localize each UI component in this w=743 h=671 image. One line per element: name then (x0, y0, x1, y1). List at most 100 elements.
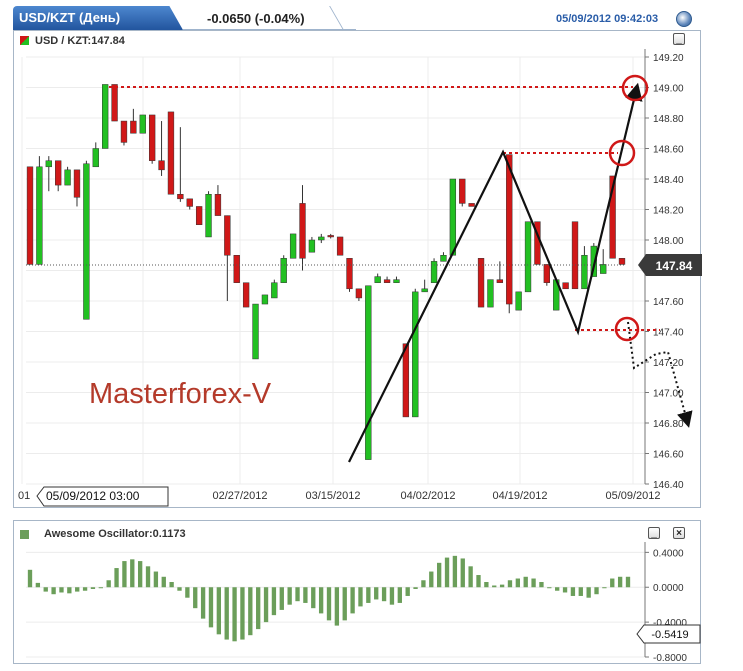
oscillator-bar (240, 587, 245, 640)
oscillator-bar (531, 578, 536, 588)
oscillator-bar (216, 587, 222, 635)
oscillator-bar (90, 587, 96, 589)
watermark-text: Masterforex-V (89, 378, 272, 410)
oscillator-bar (82, 587, 88, 591)
candle-body (308, 239, 316, 253)
candle-body (252, 303, 259, 360)
oscillator-bar (106, 580, 111, 588)
candle (224, 215, 231, 301)
oscillator-bar (161, 576, 166, 588)
candle-body (383, 279, 391, 283)
candle-body (139, 114, 146, 134)
candle (355, 288, 363, 301)
oscillator-bar (311, 587, 316, 609)
oscillator-bar (169, 582, 174, 588)
oscillator-bar (460, 558, 465, 588)
candle (36, 156, 43, 265)
oscillator-bar (389, 587, 395, 605)
date-tick-label: 03/15/2012 (305, 490, 360, 502)
cursor-date-marker: 05/09/2012 03:00 (36, 486, 169, 507)
candle (83, 160, 90, 320)
oscillator-bar (75, 587, 80, 592)
oscillator-bar (334, 587, 340, 626)
oscillator-bar (318, 587, 324, 614)
candle-body (515, 291, 522, 311)
candle-body (73, 169, 81, 198)
candle-body (130, 120, 137, 134)
oscillator-bar (263, 587, 269, 623)
candle (515, 291, 522, 311)
last-price-label: 147.84 (656, 259, 693, 273)
candle (468, 203, 475, 207)
candle-body (92, 148, 99, 168)
candle (102, 84, 109, 149)
candle (64, 166, 71, 186)
price-tick-label: 148.60 (653, 145, 684, 156)
candle (581, 246, 588, 290)
candle (318, 233, 325, 244)
price-tick-label: 146.60 (653, 450, 684, 461)
candle-body (506, 154, 513, 305)
candle-body (280, 258, 287, 283)
oscillator-bar (59, 587, 64, 593)
oscillator-bar (185, 587, 190, 598)
candle (233, 255, 240, 283)
date-tick-label: 01 (18, 490, 30, 502)
oscillator-bar (114, 568, 119, 588)
candle (130, 108, 137, 134)
candle (618, 258, 626, 265)
oscillator-bar (271, 587, 277, 616)
candle (336, 236, 344, 256)
oscillator-bar (547, 587, 552, 589)
candle (412, 288, 419, 418)
oscillator-bar (98, 587, 103, 589)
candle (205, 191, 212, 238)
candle (571, 221, 579, 290)
oscillator-value-label: -0.5419 (651, 629, 688, 641)
oscillator-bar (279, 587, 284, 610)
candle-body (402, 343, 410, 418)
oscillator-bar (326, 587, 332, 621)
candle (600, 249, 607, 274)
candle-body (102, 84, 109, 149)
candle (186, 198, 193, 210)
oscillator-bar (429, 571, 434, 588)
candle-body (242, 282, 250, 308)
candle (562, 282, 569, 290)
candle (459, 178, 466, 207)
candle (402, 343, 410, 418)
candle (261, 294, 269, 305)
oscillator-bar (492, 585, 497, 588)
oscillator-bar (35, 582, 41, 588)
date-tick-label: 02/27/2012 (212, 490, 267, 502)
candle (177, 127, 184, 202)
candle-body (496, 279, 504, 283)
oscillator-bar (67, 587, 72, 594)
candle-body (440, 255, 447, 262)
oscillator-bar (43, 587, 48, 592)
candle-body (318, 236, 325, 241)
oscillator-bar (208, 587, 214, 628)
candle-body (167, 111, 175, 195)
candle (73, 169, 81, 207)
oscillator-bar (27, 569, 33, 588)
date-tick-label: 05/09/2012 (605, 490, 660, 502)
candle (487, 279, 494, 308)
oscillator-bar (617, 576, 623, 588)
oscillator-bars (27, 555, 631, 642)
candle (167, 111, 175, 195)
oscillator-bar (539, 582, 544, 588)
oscillator-bar (421, 580, 426, 588)
candle (271, 279, 278, 299)
candle (195, 206, 203, 225)
candle (374, 273, 381, 283)
oscillator-bar (476, 575, 481, 588)
candle-body (214, 194, 222, 216)
candle (506, 154, 513, 314)
price-tick-label: 149.20 (653, 53, 684, 64)
last-price-marker: 147.84 (638, 254, 702, 276)
candle-body (618, 258, 626, 265)
oscillator-bar (342, 587, 347, 621)
candle-body (64, 169, 71, 186)
candle-body (299, 203, 306, 259)
